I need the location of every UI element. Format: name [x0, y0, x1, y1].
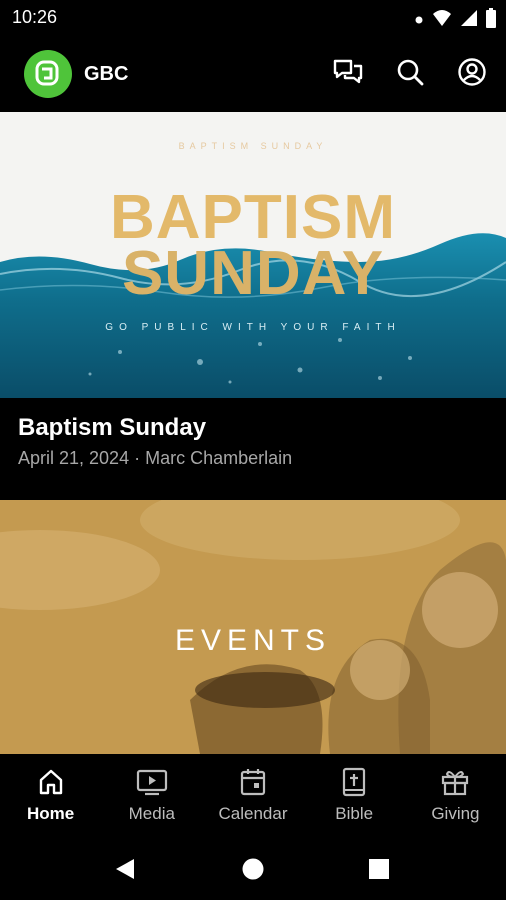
banner-title: BAPTISM SUNDAY: [0, 187, 506, 308]
app-actions: [332, 56, 488, 88]
account-icon[interactable]: [456, 56, 488, 88]
events-label: EVENTS: [174, 624, 332, 657]
search-icon[interactable]: [394, 56, 426, 88]
home-feed[interactable]: BAPTISM SUNDAY BAPTISM SUNDAY GO PUBLIC …: [0, 112, 506, 754]
banner-tagline: GO PUBLIC WITH YOUR FAITH: [105, 322, 401, 333]
bible-icon: [338, 766, 370, 798]
tab-media[interactable]: Media: [101, 754, 202, 838]
featured-title: Baptism Sunday: [18, 414, 207, 441]
home-icon: [35, 766, 67, 798]
tab-giving[interactable]: Giving: [405, 754, 506, 838]
tab-home-label: Home: [26, 804, 75, 823]
gift-icon: [439, 766, 471, 798]
featured-meta: April 21, 2024 · Marc Chamberlain: [18, 448, 293, 468]
tab-media-label: Media: [128, 804, 175, 823]
media-icon: [136, 766, 168, 798]
tab-giving-label: Giving: [431, 804, 480, 823]
bottom-tab-bar: Home Media Calendar Bible Giving: [0, 754, 506, 838]
home-button-icon[interactable]: [238, 854, 268, 884]
app-bar: GBC: [0, 36, 506, 112]
tab-bible[interactable]: Bible: [304, 754, 405, 838]
featured-card-info[interactable]: Baptism Sunday April 21, 2024 · Marc Cha…: [0, 398, 506, 500]
signal-icon: [460, 9, 478, 32]
banner-kicker: BAPTISM SUNDAY: [178, 141, 328, 151]
chat-icon[interactable]: [332, 56, 364, 88]
system-nav-bar: [0, 838, 506, 900]
events-card[interactable]: EVENTS: [0, 500, 506, 754]
wifi-icon: [432, 9, 452, 32]
status-bar: 10:26: [0, 0, 506, 36]
banner-title-line2: SUNDAY: [121, 239, 385, 308]
notification-dot-icon: [414, 12, 424, 30]
app-title: GBC: [84, 63, 129, 85]
tab-calendar-label: Calendar: [218, 804, 288, 823]
church-logo-icon[interactable]: [24, 50, 72, 98]
back-icon[interactable]: [110, 854, 140, 884]
status-icons: [414, 8, 496, 33]
tab-calendar[interactable]: Calendar: [202, 754, 303, 838]
baptism-sunday-banner[interactable]: BAPTISM SUNDAY BAPTISM SUNDAY GO PUBLIC …: [0, 112, 506, 398]
tab-bible-label: Bible: [335, 804, 374, 823]
calendar-icon: [237, 766, 269, 798]
tab-home[interactable]: Home: [0, 754, 101, 838]
status-time: 10:26: [12, 7, 58, 27]
recents-icon[interactable]: [364, 854, 394, 884]
battery-icon: [486, 8, 496, 33]
